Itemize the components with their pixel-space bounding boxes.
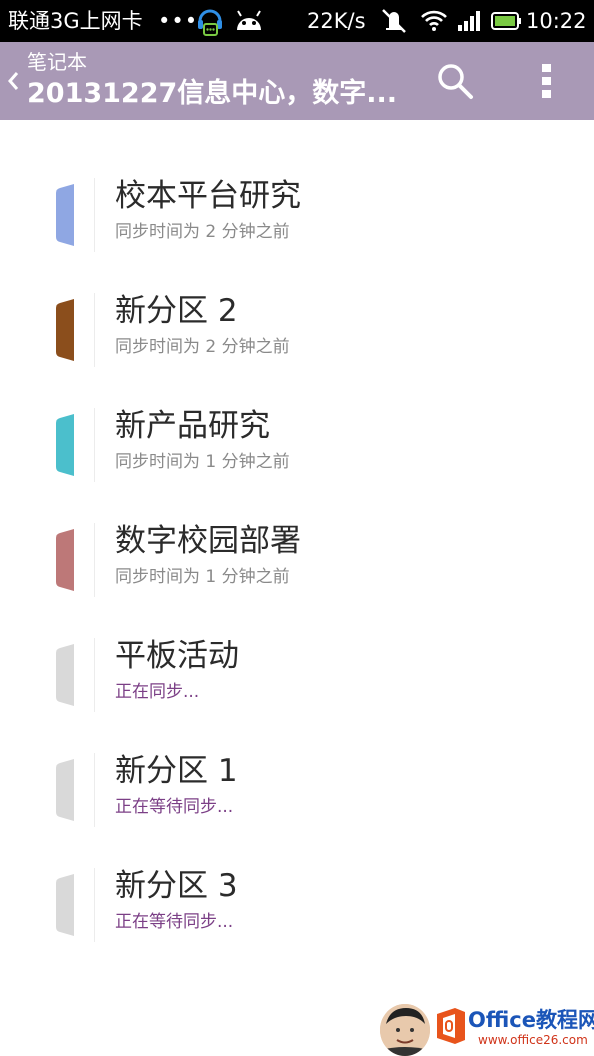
watermark-avatar (380, 1004, 430, 1056)
section-tab-icon (54, 414, 76, 476)
sync-status: 同步时间为 1 分钟之前 (115, 567, 290, 587)
sync-status: 正在等待同步... (115, 797, 234, 817)
section-tab-shape (56, 529, 74, 591)
app-bar: 笔记本 20131227信息中心，数字... (0, 42, 594, 120)
section-name: 新分区 1 (115, 753, 238, 789)
section-tab-shape (56, 299, 74, 361)
section-tab-icon (54, 529, 76, 591)
more-notifications-dots: ••• (158, 9, 199, 33)
section-tab-shape (56, 414, 74, 476)
sync-status: 同步时间为 1 分钟之前 (115, 452, 290, 472)
watermark-url: www.office26.com (478, 1033, 588, 1047)
sync-status: 同步时间为 2 分钟之前 (115, 337, 290, 357)
divider (94, 293, 95, 367)
carrier-label: 联通3G上网卡 (8, 9, 143, 33)
section-name: 新分区 3 (115, 868, 238, 904)
android-icon (237, 10, 261, 30)
sync-status: 正在同步... (115, 682, 200, 702)
list-item[interactable]: 新分区 3 正在等待同步... (0, 858, 594, 973)
list-item[interactable]: 新产品研究 同步时间为 1 分钟之前 (0, 398, 594, 513)
mute-icon (382, 9, 406, 33)
section-tab-icon (54, 644, 76, 706)
divider (94, 753, 95, 827)
list-item[interactable]: 新分区 1 正在等待同步... (0, 743, 594, 858)
section-name: 数字校园部署 (115, 523, 301, 559)
section-tab-shape (56, 759, 74, 821)
divider (94, 523, 95, 597)
search-icon[interactable] (434, 60, 476, 102)
section-tab-icon (54, 299, 76, 361)
divider (94, 868, 95, 942)
section-tab-icon (54, 759, 76, 821)
list-item[interactable]: 数字校园部署 同步时间为 1 分钟之前 (0, 513, 594, 628)
headset-icon (198, 9, 222, 36)
office-logo-icon (437, 1008, 465, 1044)
section-name: 平板活动 (115, 638, 239, 674)
battery-icon (491, 12, 521, 30)
clock: 10:22 (526, 9, 587, 33)
sync-status: 同步时间为 2 分钟之前 (115, 222, 290, 242)
section-tab-icon (54, 874, 76, 936)
section-tab-shape (56, 184, 74, 246)
section-tab-shape (56, 644, 74, 706)
overflow-menu-icon[interactable] (532, 60, 562, 102)
section-tab-shape (56, 874, 74, 936)
section-name: 校本平台研究 (115, 178, 301, 214)
divider (94, 638, 95, 712)
divider (94, 178, 95, 252)
watermark-brand: Office教程网 (468, 1008, 594, 1032)
list-item[interactable]: 新分区 2 同步时间为 2 分钟之前 (0, 283, 594, 398)
section-name: 新产品研究 (115, 408, 270, 444)
wifi-icon (421, 10, 447, 31)
status-bar: 联通3G上网卡 ••• 22K/s 10:22 (0, 0, 594, 42)
sync-status: 正在等待同步... (115, 912, 234, 932)
network-speed: 22K/s (307, 9, 366, 33)
divider (94, 408, 95, 482)
section-tab-icon (54, 184, 76, 246)
list-item[interactable]: 校本平台研究 同步时间为 2 分钟之前 (0, 168, 594, 283)
list-item[interactable]: 平板活动 正在同步... (0, 628, 594, 743)
breadcrumb[interactable]: 笔记本 (27, 50, 87, 74)
signal-icon (458, 11, 480, 31)
back-chevron-icon[interactable] (4, 66, 22, 96)
section-name: 新分区 2 (115, 293, 238, 329)
page-title: 20131227信息中心，数字... (27, 78, 398, 109)
